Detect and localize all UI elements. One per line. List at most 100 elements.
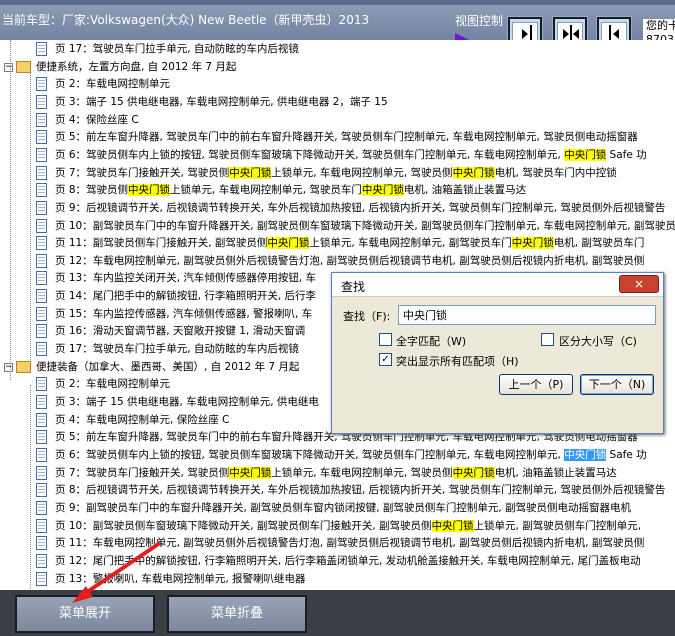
page-icon [36, 130, 47, 145]
label-text: 页 11：车载电网控制单元, 副驾驶员侧外后视镜警告灯泡, 副驾驶员侧后视镜调节… [55, 537, 645, 550]
tree-node-label: 页 13：警报喇叭, 车载电网控制单元, 报警喇叭继电器 [55, 570, 306, 588]
collapse-icon[interactable]: − [4, 362, 13, 372]
tree-page-node[interactable]: 页 12：尾门把手中的解锁按钮, 行李箱照明开关, 后行李箱盖闭锁单元, 发动机… [0, 552, 675, 570]
tree-connector [30, 70, 31, 360]
page-icon [36, 465, 47, 480]
tree-page-node[interactable]: 页 9：后视镜调节开关, 后视镜调节转换开关, 车外后视镜加热按钮, 后视镜内折… [0, 199, 675, 217]
tree-node-label: 页 2：车载电网控制单元 [55, 75, 170, 93]
label-text: 页 4：车载电网控制单元, 保险丝座 C [55, 413, 230, 426]
match-case-checkbox[interactable] [541, 333, 554, 346]
tree-node-label: 页 3：端子 15 供电继电器, 车载电网控制单元, 供电继电 [55, 393, 319, 411]
label-text: Safe 功 [606, 148, 647, 161]
page-icon [36, 536, 47, 551]
search-match: 中央门锁 [229, 166, 272, 179]
tree-node-label: 页 13：车内监控关闭开关, 汽车倾侧传感器停用按钮, 车 [55, 269, 316, 287]
tree-node-label: 页 5：前左车窗升降器, 驾驶员车门中的前右车窗升降器开关, 驾驶员侧车门控制单… [55, 128, 638, 146]
tree-page-node[interactable]: 页 17：驾驶员车门拉手单元, 自动防眩的车内后视镜 [0, 40, 675, 58]
tree-page-node[interactable]: 页 6：驾驶员侧车内上锁的按钮, 驾驶员侧车窗玻璃下降微动开关, 驾驶员侧车门控… [0, 446, 675, 464]
tree-page-node[interactable]: 页 7：驾驶员车门接触开关, 驾驶员侧中央门锁上锁单元, 车载电网控制单元, 驾… [0, 164, 675, 182]
label-text: 上锁单元, 车载电网控制单元, 驾驶员车门 [170, 184, 362, 197]
page-icon [36, 377, 47, 392]
tree-page-node[interactable]: 页 2：车载电网控制单元 [0, 75, 675, 93]
label-text: 上锁单元, 车载电网控制单元, 副驾驶员车门 [309, 237, 512, 250]
tree-page-node[interactable]: 页 12：车载电网控制单元, 副驾驶员侧外后视镜警告灯泡, 副驾驶员侧后视镜调节… [0, 252, 675, 270]
tree-page-node[interactable]: 页 10：副驾驶员车门中的车窗升降器开关, 副驾驶员侧车窗玻璃下降微动开关, 副… [0, 217, 675, 235]
menu-collapse-button[interactable]: 菜单折叠 [167, 595, 307, 633]
tree-page-node[interactable]: 页 7：驾驶员车门接触开关, 驾驶员侧中央门锁上锁单元, 车载电网控制单元, 驾… [0, 464, 675, 482]
tree-page-node[interactable]: 页 6：驾驶员侧车内上锁的按钮, 驾驶员侧车窗玻璃下降微动开关, 驾驶员侧车门控… [0, 146, 675, 164]
label-text: Safe 功 [606, 448, 647, 461]
match-case-label: 区分大小写（C) [559, 335, 637, 348]
menu-expand-button[interactable]: 菜单展开 [15, 595, 155, 633]
page-icon [36, 430, 47, 445]
label-text: 便捷系统，左置方向盘, 自 2012 年 7 月起 [36, 60, 237, 73]
search-match: 中央门锁 [229, 466, 272, 479]
label-text: 页 6：驾驶员侧车内上锁的按钮, 驾驶员侧车窗玻璃下降微动开关, 驾驶员侧车门控… [55, 448, 565, 461]
tree-node-label: 页 11：车载电网控制单元, 副驾驶员侧外后视镜警告灯泡, 副驾驶员侧后视镜调节… [55, 534, 644, 552]
label-text: 页 8：驾驶员侧 [55, 184, 129, 197]
tree-page-node[interactable]: 页 8：驾驶员侧中央门锁上锁单元, 车载电网控制单元, 驾驶员车门中央门锁电机,… [0, 181, 675, 199]
label-text: 便捷装备（加拿大、墨西哥、美国）, 自 2012 年 7 月起 [36, 360, 300, 373]
whole-word-checkbox[interactable] [379, 333, 392, 346]
page-icon [36, 342, 47, 357]
label-text: 页 10：副驾驶员侧车窗玻璃下降微动开关, 副驾驶员侧车门接触开关, 副驾驶员侧 [55, 519, 432, 532]
label-text: 电机, 副驾驶员车门 [553, 237, 645, 250]
tree-page-node[interactable]: 页 3：端子 15 供电继电器, 车载电网控制单元, 供电继电器 2，端子 15 [0, 93, 675, 111]
label-text: 上锁单元, 副驾驶员侧车门控制单元, [473, 519, 642, 532]
page-icon [36, 447, 47, 462]
search-match: 中央门锁 [361, 184, 404, 197]
tree-node-label: 页 4：保险丝座 C [55, 111, 139, 129]
tree-node-label: 页 12：车载电网控制单元, 副驾驶员侧外后视镜警告灯泡, 副驾驶员侧后视镜调节… [55, 252, 644, 270]
tree-page-node[interactable]: 页 13：警报喇叭, 车载电网控制单元, 报警喇叭继电器 [0, 570, 675, 588]
window-top-strip [0, 0, 675, 5]
tree-node-label: 页 16：滑动天窗调节器, 天窗敞开按键 1, 滑动天窗调 [55, 322, 305, 340]
page-icon [36, 253, 47, 268]
find-previous-button[interactable]: 上一个（P) [499, 374, 573, 395]
page-icon [36, 77, 47, 92]
tree-page-node[interactable]: 页 10：副驾驶员侧车窗玻璃下降微动开关, 副驾驶员侧车门接触开关, 副驾驶员侧… [0, 517, 675, 535]
tree-page-node[interactable]: 页 9：副驾驶员车门中的车窗升降器开关, 副驾驶员侧车窗内锁闭按键, 副驾驶员侧… [0, 499, 675, 517]
tree-node-label: 页 7：驾驶员车门接触开关, 驾驶员侧中央门锁上锁单元, 车载电网控制单元, 驾… [55, 164, 617, 182]
search-match: 中央门锁 [267, 237, 310, 250]
label-text: 页 6：驾驶员侧车内上锁的按钮, 驾驶员侧车窗玻璃下降微动开关, 驾驶员侧车门控… [55, 148, 565, 161]
tree-node-label: 页 9：副驾驶员车门中的车窗升降器开关, 副驾驶员侧车窗内锁闭按键, 副驾驶员侧… [55, 499, 631, 517]
account-info-line1: 您的卡 [646, 19, 675, 32]
tree-page-node[interactable]: 页 4：保险丝座 C [0, 111, 675, 129]
tree-node-label: 页 8：驾驶员侧中央门锁上锁单元, 车载电网控制单元, 驾驶员车门中央门锁电机,… [55, 181, 526, 199]
find-next-button[interactable]: 下一个（N) [580, 374, 654, 395]
label-text: 页 12：车载电网控制单元, 副驾驶员侧外后视镜警告灯泡, 副驾驶员侧后视镜调节… [55, 254, 645, 267]
label-text: 页 3：端子 15 供电继电器, 车载电网控制单元, 供电继电 [55, 396, 319, 408]
tree-node-label: 页 12：尾门把手中的解锁按钮, 行李箱照明开关, 后行李箱盖闭锁单元, 发动机… [55, 552, 641, 570]
close-icon[interactable]: × [619, 275, 659, 293]
page-icon [36, 271, 47, 286]
tree-page-node[interactable]: 页 8：后视镜调节开关, 后视镜调节转换开关, 车外后视镜加热按钮, 后视镜内折… [0, 481, 675, 499]
find-input[interactable] [398, 305, 656, 325]
tree-folder-node[interactable]: − 便捷系统，左置方向盘, 自 2012 年 7 月起 [0, 58, 675, 76]
whole-word-label: 全字匹配（W) [396, 335, 467, 348]
label-text: 页 3：端子 15 供电继电器, 车载电网控制单元, 供电继电器 2，端子 15 [55, 95, 388, 108]
page-icon [36, 395, 47, 409]
label-text: 上锁单元, 车载电网控制单元, 驾驶员侧 [271, 466, 453, 479]
page-icon [36, 412, 47, 427]
find-dialog-titlebar[interactable]: 查找 × [332, 273, 663, 297]
page-icon [36, 165, 47, 180]
tree-node-label: 页 11：副驾驶员侧车门接触开关, 副驾驶员侧中央门锁上锁单元, 车载电网控制单… [55, 234, 644, 252]
label-text: 页 2：车载电网控制单元 [55, 78, 171, 91]
tree-node-label: 页 17：驾驶员车门拉手单元, 自动防眩的车内后视镜 [55, 340, 299, 358]
tree-page-node[interactable]: 页 11：副驾驶员侧车门接触开关, 副驾驶员侧中央门锁上锁单元, 车载电网控制单… [0, 234, 675, 252]
search-match: 中央门锁 [128, 184, 171, 197]
search-match: 中央门锁 [511, 237, 554, 250]
label-text: 页 17：驾驶员车门拉手单元, 自动防眩的车内后视镜 [55, 343, 299, 356]
label-text: 页 13：警报喇叭, 车载电网控制单元, 报警喇叭继电器 [55, 572, 306, 585]
tree-node-label: 页 15：车内监控传感器, 汽车倾侧传感器, 警报喇叭, 车 [55, 305, 312, 323]
page-icon [36, 500, 47, 515]
collapse-icon[interactable]: − [4, 62, 13, 72]
find-label: 查找（F): [343, 310, 391, 323]
tree-page-node[interactable]: 页 11：车载电网控制单元, 副驾驶员侧外后视镜警告灯泡, 副驾驶员侧后视镜调节… [0, 534, 675, 552]
tree-page-node[interactable]: 页 5：前左车窗升降器, 驾驶员车门中的前右车窗升降器开关, 驾驶员侧车门控制单… [0, 128, 675, 146]
highlight-all-checkbox[interactable]: ✓ [379, 353, 392, 366]
page-icon [36, 518, 47, 533]
page-icon [36, 483, 47, 498]
car-model-title: 当前车型：厂家:Volkswagen(大众) New Beetle（新甲壳虫）2… [2, 13, 370, 27]
page-icon [36, 183, 47, 198]
